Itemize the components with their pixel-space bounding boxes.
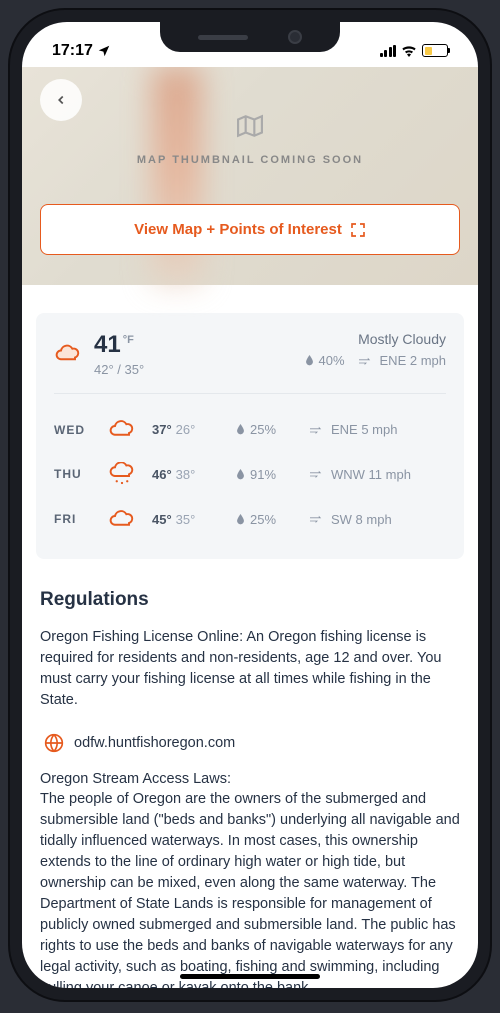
- weather-card: 41 °F 42° / 35° Mostly Cloudy 40%: [36, 313, 464, 559]
- wind-icon: [310, 514, 326, 524]
- globe-icon: [44, 733, 64, 753]
- main-scroll[interactable]: MAP THUMBNAIL COMING SOON View Map + Poi…: [22, 67, 478, 988]
- current-wind: ENE 2 mph: [380, 353, 446, 368]
- cloud-icon: [108, 509, 136, 530]
- forecast-day: THU: [54, 467, 104, 481]
- expand-icon: [350, 222, 366, 238]
- access-paragraph: The people of Oregon are the owners of t…: [40, 789, 460, 988]
- humidity-icon: [236, 469, 245, 480]
- license-paragraph: Oregon Fishing License Online: An Oregon…: [40, 627, 460, 711]
- rain-icon: [108, 462, 136, 487]
- license-link-text: odfw.huntfishoregon.com: [74, 735, 235, 751]
- map-placeholder-text: MAP THUMBNAIL COMING SOON: [40, 154, 460, 166]
- forecast-day: WED: [54, 423, 104, 437]
- regulations-section: Regulations Oregon Fishing License Onlin…: [22, 559, 478, 989]
- chevron-left-icon: [54, 93, 68, 107]
- view-map-button[interactable]: View Map + Points of Interest: [40, 204, 460, 255]
- current-humidity: 40%: [318, 353, 344, 368]
- cellular-signal-icon: [380, 45, 397, 57]
- forecast-row: FRI 45°35° 25% SW 8 mph: [54, 498, 446, 541]
- current-temp: 41: [94, 331, 121, 359]
- humidity-icon: [236, 424, 245, 435]
- forecast-day: FRI: [54, 512, 104, 526]
- map-thumbnail-section: MAP THUMBNAIL COMING SOON View Map + Poi…: [22, 67, 478, 285]
- temp-range: 42° / 35°: [94, 362, 144, 377]
- map-icon: [235, 113, 265, 139]
- wind-icon: [310, 469, 326, 479]
- weather-current-icon: [54, 331, 82, 377]
- wifi-icon: [401, 45, 417, 57]
- forecast-row: THU 46°38° 91% WNW 11 mph: [54, 451, 446, 498]
- regulations-title: Regulations: [40, 589, 460, 611]
- wind-icon: [310, 425, 326, 435]
- home-indicator[interactable]: [180, 974, 320, 979]
- status-time: 17:17: [52, 42, 93, 60]
- license-link[interactable]: odfw.huntfishoregon.com: [40, 725, 460, 771]
- forecast-list: WED 37°26° 25% ENE 5 mph THU 46°38° 91% …: [54, 408, 446, 541]
- location-icon: [97, 44, 111, 58]
- wind-icon: [359, 356, 375, 366]
- condition-text: Mostly Cloudy: [305, 331, 446, 347]
- cloud-icon: [108, 419, 136, 440]
- battery-icon: [422, 44, 448, 57]
- view-map-label: View Map + Points of Interest: [134, 221, 342, 238]
- temp-unit: °F: [123, 334, 134, 346]
- access-heading: Oregon Stream Access Laws:: [40, 771, 460, 787]
- humidity-icon: [305, 355, 314, 366]
- forecast-row: WED 37°26° 25% ENE 5 mph: [54, 408, 446, 451]
- humidity-icon: [236, 514, 245, 525]
